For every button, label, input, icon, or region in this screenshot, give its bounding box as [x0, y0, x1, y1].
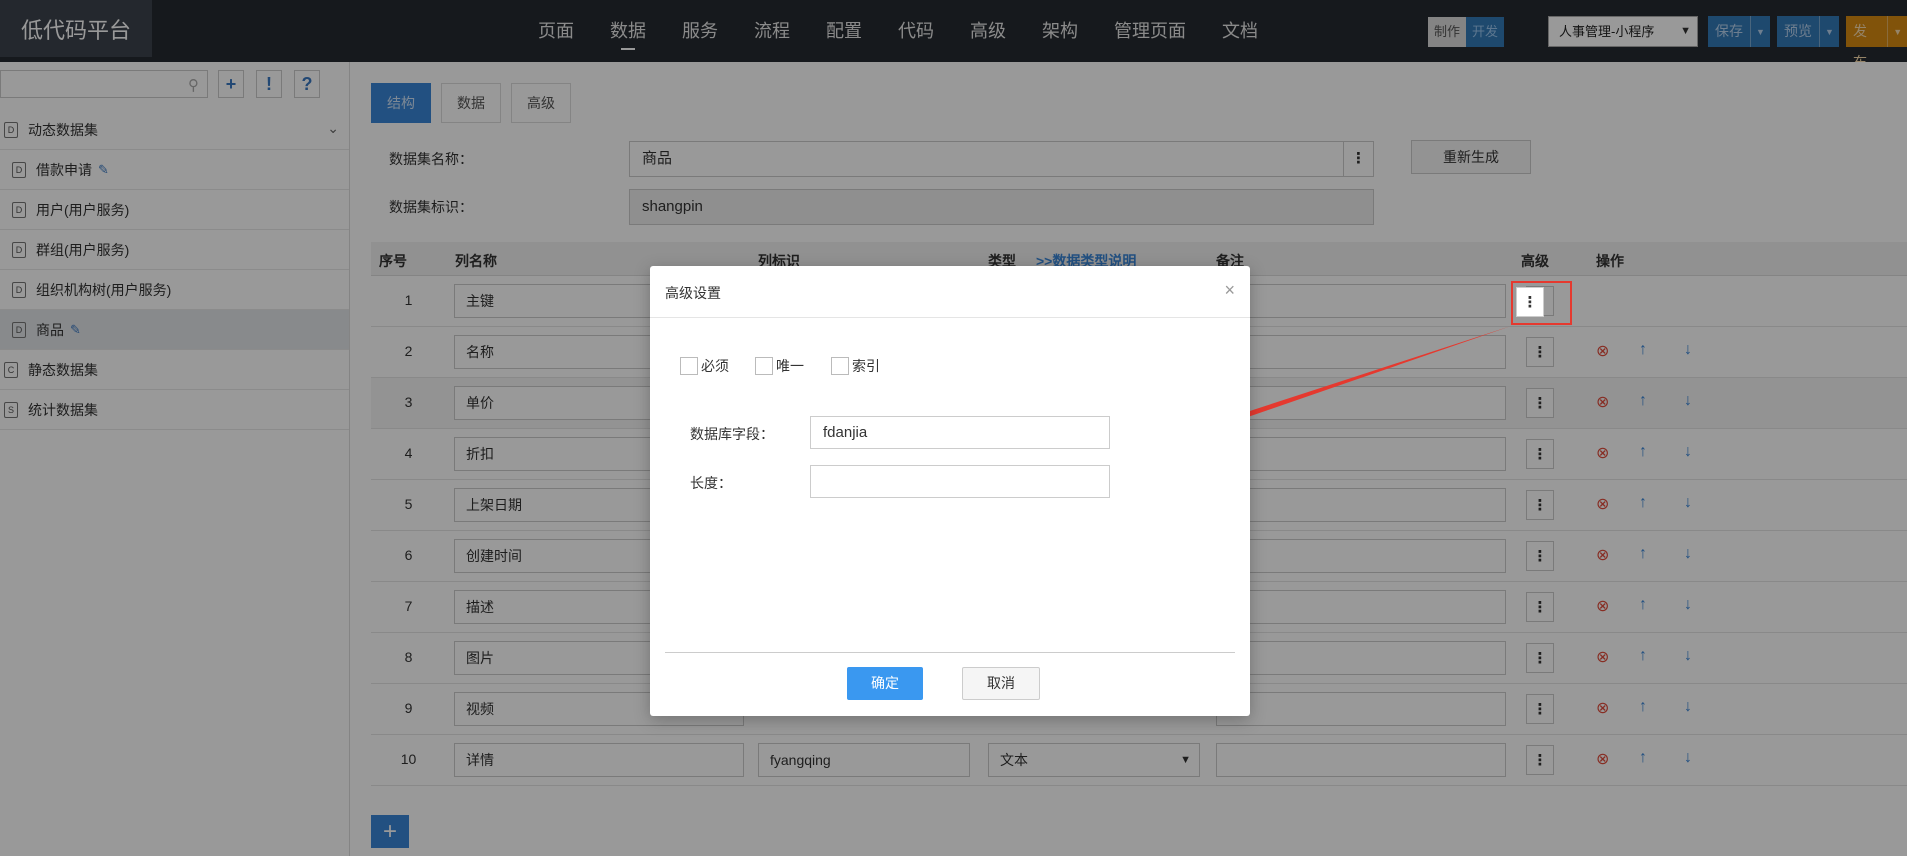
advanced-settings-dialog: 高级设置 × 必须 唯一 索引 数据库字段： fdanjia 长度： 确定 取消	[650, 266, 1250, 716]
close-icon[interactable]: ×	[1224, 280, 1235, 301]
dialog-title: 高级设置	[665, 285, 721, 301]
index-label: 索引	[852, 358, 880, 374]
confirm-button[interactable]: 确定	[847, 667, 923, 700]
length-input[interactable]	[810, 465, 1110, 498]
db-field-label: 数据库字段：	[690, 426, 774, 442]
length-label: 长度：	[690, 475, 732, 491]
unique-checkbox[interactable]: 唯一	[755, 356, 804, 376]
checkbox-box[interactable]	[831, 357, 849, 375]
cancel-button[interactable]: 取消	[962, 667, 1040, 700]
required-label: 必须	[701, 358, 729, 374]
index-checkbox[interactable]: 索引	[831, 356, 880, 376]
checkbox-box[interactable]	[755, 357, 773, 375]
dialog-footer-divider	[665, 652, 1235, 653]
checkbox-box[interactable]	[680, 357, 698, 375]
required-checkbox[interactable]: 必须	[680, 356, 729, 376]
dialog-header: 高级设置 ×	[650, 266, 1250, 318]
db-field-input[interactable]: fdanjia	[810, 416, 1110, 449]
unique-label: 唯一	[776, 358, 804, 374]
